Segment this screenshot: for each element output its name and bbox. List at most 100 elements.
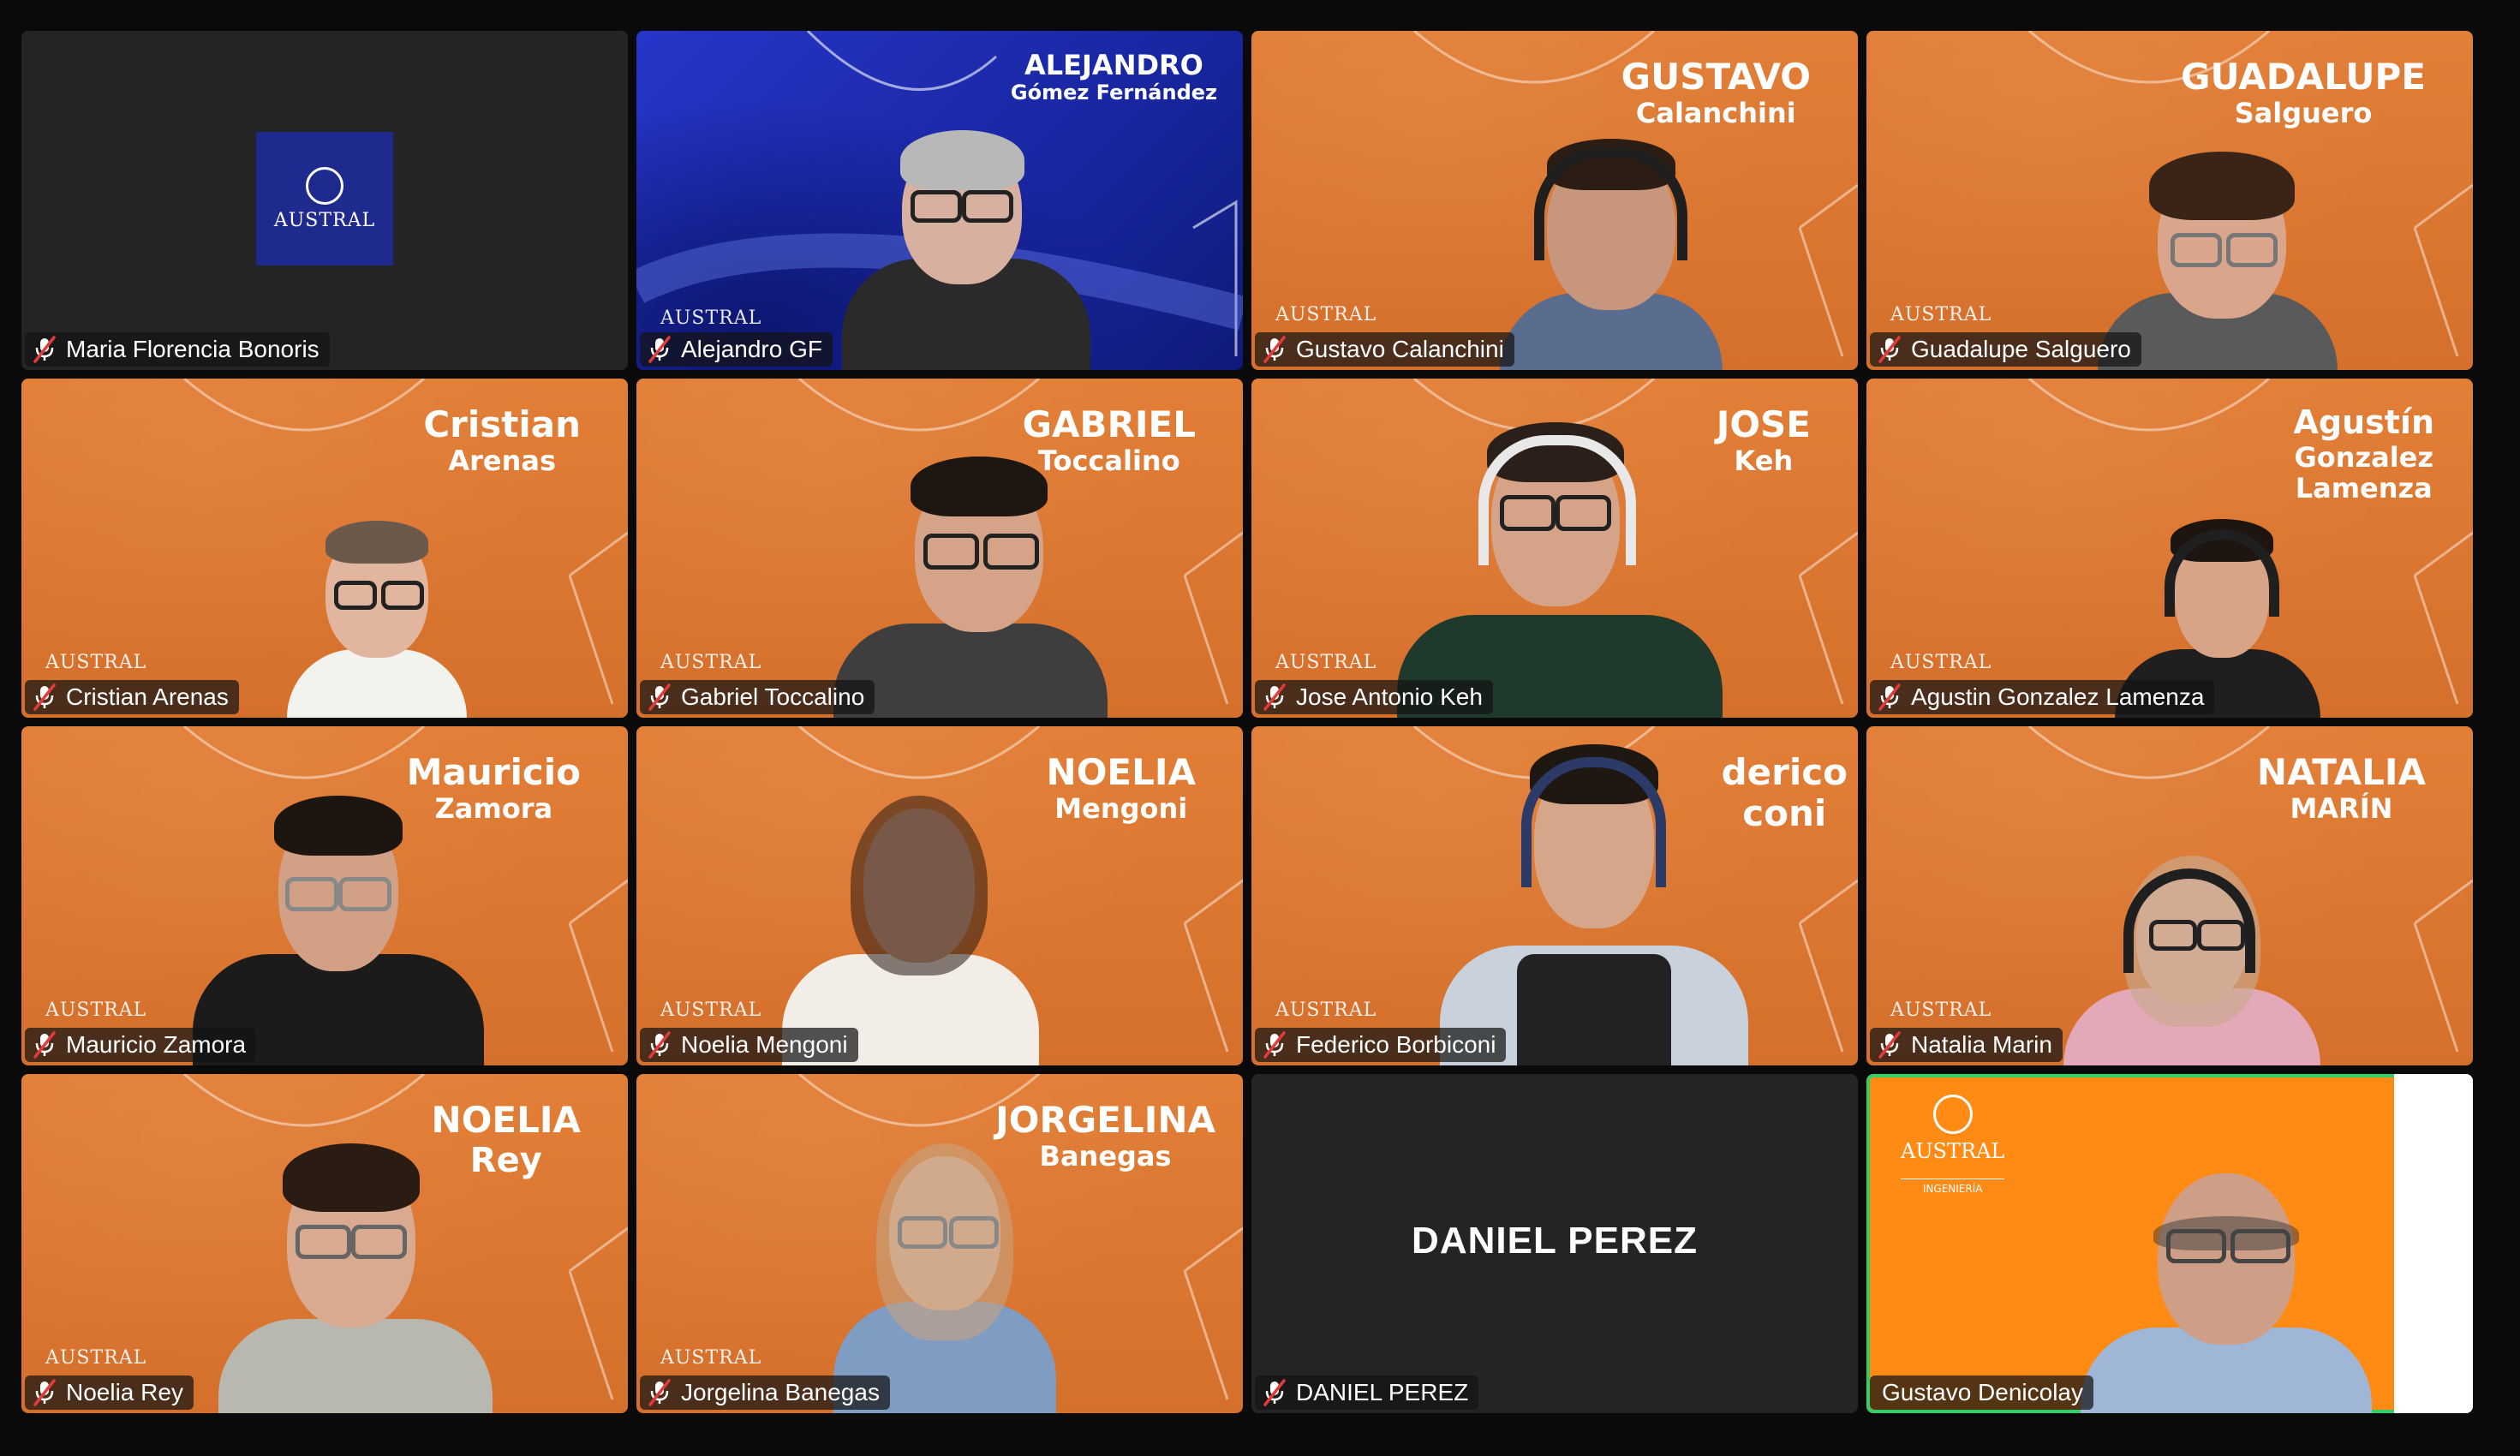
participant-tile-gabriel[interactable]: GABRIEL Toccalino AUSTRAL Gabriel Toccal… bbox=[636, 379, 1243, 718]
participant-name: Noelia Mengoni bbox=[681, 1031, 848, 1058]
austral-watermark: AUSTRAL bbox=[1890, 652, 1992, 673]
participant-name-label: Federico Borbiconi bbox=[1255, 1028, 1507, 1062]
participant-video bbox=[287, 521, 467, 718]
austral-watermark: AUSTRAL bbox=[45, 1000, 147, 1021]
participant-tile-natalia[interactable]: NATALIA MARÍN AUSTRAL Natalia Marin bbox=[1866, 726, 2473, 1065]
austral-watermark: AUSTRAL bbox=[1275, 304, 1377, 325]
mic-muted-icon bbox=[647, 683, 672, 711]
participant-name-label: DANIEL PEREZ bbox=[1255, 1375, 1479, 1410]
participant-name: Natalia Marin bbox=[1911, 1031, 2052, 1058]
austral-watermark: AUSTRAL bbox=[45, 1347, 147, 1369]
austral-watermark: AUSTRAL bbox=[1275, 1000, 1377, 1021]
participant-tile-cristian[interactable]: Cristian Arenas AUSTRAL Cristian Arenas bbox=[21, 379, 628, 718]
mic-muted-icon bbox=[1262, 683, 1287, 711]
austral-logo: AUSTRAL INGENIERÍA bbox=[1901, 1095, 2005, 1195]
participant-video bbox=[1371, 401, 1731, 718]
participant-video bbox=[1500, 113, 1723, 370]
participant-name: Gustavo Calanchini bbox=[1296, 336, 1504, 362]
participant-name-label: Guadalupe Salguero bbox=[1870, 332, 2141, 367]
participant-name: Cristian Arenas bbox=[66, 683, 229, 710]
participant-name: Guadalupe Salguero bbox=[1911, 336, 2131, 362]
mic-muted-icon bbox=[1877, 336, 1902, 363]
mic-muted-icon bbox=[32, 336, 57, 363]
participant-tile-daniel[interactable]: DANIEL PEREZ DANIEL PEREZ bbox=[1251, 1074, 1858, 1413]
participant-video bbox=[2072, 1165, 2380, 1413]
mic-muted-icon bbox=[1262, 336, 1287, 363]
mic-muted-icon bbox=[32, 683, 57, 711]
participant-name: DANIEL PEREZ bbox=[1296, 1379, 1469, 1405]
mic-muted-icon bbox=[1262, 1031, 1287, 1059]
austral-watermark: AUSTRAL bbox=[660, 1347, 762, 1369]
austral-watermark: AUSTRAL bbox=[660, 307, 762, 329]
participant-video bbox=[2063, 843, 2320, 1065]
mic-muted-icon bbox=[32, 1379, 57, 1406]
participant-tile-noelia-mengoni[interactable]: NOELIA Mengoni AUSTRAL Noelia Mengoni bbox=[636, 726, 1243, 1065]
participant-name: Maria Florencia Bonoris bbox=[66, 336, 319, 362]
participant-tile-alejandro[interactable]: ALEJANDRO Gómez Fernández AUSTRAL Alejan… bbox=[636, 31, 1243, 370]
participant-tile-guadalupe[interactable]: GUADALUPE Salguero AUSTRAL Guadalupe Sal… bbox=[1866, 31, 2473, 370]
participant-name-label: Noelia Rey bbox=[25, 1375, 194, 1410]
participant-tile-maria[interactable]: AUSTRAL Maria Florencia Bonoris bbox=[21, 31, 628, 370]
background-panel bbox=[2394, 1074, 2473, 1413]
participant-banner: Cristian Arenas bbox=[423, 403, 581, 478]
participant-banner: GUADALUPE Salguero bbox=[2180, 56, 2426, 130]
mic-muted-icon bbox=[1877, 683, 1902, 711]
participant-video bbox=[193, 774, 484, 1065]
participant-name-label: Jorgelina Banegas bbox=[640, 1375, 890, 1410]
participant-name: Gustavo Denicolay bbox=[1882, 1379, 2084, 1405]
participant-video bbox=[833, 1131, 1056, 1413]
austral-logo: AUSTRAL bbox=[256, 132, 393, 266]
mic-muted-icon bbox=[32, 1031, 57, 1059]
participant-tile-jose[interactable]: JOSE Keh AUSTRAL Jose Antonio Keh bbox=[1251, 379, 1858, 718]
participant-tile-mauricio[interactable]: Mauricio Zamora AUSTRAL Mauricio Zamora bbox=[21, 726, 628, 1065]
austral-watermark: AUSTRAL bbox=[660, 1000, 762, 1021]
participant-name-label: Gabriel Toccalino bbox=[640, 680, 875, 714]
participant-video bbox=[833, 452, 1108, 718]
participant-center-name: DANIEL PEREZ bbox=[1412, 1220, 1698, 1262]
participant-name: Gabriel Toccalino bbox=[681, 683, 865, 710]
participant-name-label: Agustin Gonzalez Lamenza bbox=[1870, 680, 2215, 714]
mic-muted-icon bbox=[647, 1379, 672, 1406]
participant-name: Mauricio Zamora bbox=[66, 1031, 247, 1058]
participant-name-label: Jose Antonio Keh bbox=[1255, 680, 1493, 714]
participant-name: Jorgelina Banegas bbox=[681, 1379, 880, 1405]
austral-emblem-icon bbox=[1932, 1095, 1973, 1134]
mic-muted-icon bbox=[647, 336, 672, 363]
participant-name-label: Mauricio Zamora bbox=[25, 1028, 257, 1062]
participant-banner: NATALIA MARÍN bbox=[2256, 751, 2426, 826]
participant-video bbox=[1423, 740, 1765, 1065]
austral-watermark: AUSTRAL bbox=[1890, 304, 1992, 325]
participant-name-label: Natalia Marin bbox=[1870, 1028, 2063, 1062]
participant-tile-noelia-rey[interactable]: NOELIA Rey AUSTRAL Noelia Rey bbox=[21, 1074, 628, 1413]
participant-name: Alejandro GF bbox=[681, 336, 822, 362]
participant-name-label: Gustavo Calanchini bbox=[1255, 332, 1514, 367]
participant-name-label: Noelia Mengoni bbox=[640, 1028, 858, 1062]
video-grid: AUSTRAL Maria Florencia Bonoris ALEJANDR… bbox=[21, 31, 2480, 1413]
mic-muted-icon bbox=[1877, 1031, 1902, 1059]
austral-watermark: AUSTRAL bbox=[660, 652, 762, 673]
participant-name: Jose Antonio Keh bbox=[1296, 683, 1483, 710]
participant-tile-agustin[interactable]: Agustín Gonzalez Lamenza AUSTRAL Agustin… bbox=[1866, 379, 2473, 718]
austral-emblem-icon bbox=[306, 166, 343, 205]
participant-name: Agustin Gonzalez Lamenza bbox=[1911, 683, 2205, 710]
austral-watermark: AUSTRAL bbox=[1275, 652, 1377, 673]
participant-tile-gustavo-denicolay[interactable]: AUSTRAL INGENIERÍA Gustavo Denicolay bbox=[1866, 1074, 2473, 1413]
participant-video bbox=[765, 774, 1056, 1065]
participant-tile-jorgelina[interactable]: JORGELINA Banegas AUSTRAL Jorgelina Bane… bbox=[636, 1074, 1243, 1413]
participant-banner: NOELIA Mengoni bbox=[1046, 751, 1196, 826]
logo-text: AUSTRAL bbox=[273, 209, 376, 231]
austral-watermark: AUSTRAL bbox=[45, 652, 147, 673]
participant-tile-gustavo-calanchini[interactable]: GUSTAVO Calanchini AUSTRAL Gustavo Calan… bbox=[1251, 31, 1858, 370]
austral-watermark: AUSTRAL bbox=[1890, 1000, 1992, 1021]
participant-banner: Agustín Gonzalez Lamenza bbox=[2293, 403, 2434, 505]
mic-muted-icon bbox=[1262, 1379, 1287, 1406]
participant-name: Noelia Rey bbox=[66, 1379, 183, 1405]
mic-muted-icon bbox=[647, 1031, 672, 1059]
participant-video bbox=[833, 87, 1090, 370]
participant-name-label: Alejandro GF bbox=[640, 332, 833, 367]
participant-tile-federico[interactable]: derico coni AUSTRAL Federico Borbiconi bbox=[1251, 726, 1858, 1065]
participant-name-label: Maria Florencia Bonoris bbox=[25, 332, 330, 367]
participant-name-label: Gustavo Denicolay bbox=[1870, 1375, 2094, 1410]
participant-video bbox=[218, 1131, 493, 1413]
participant-name-label: Cristian Arenas bbox=[25, 680, 239, 714]
